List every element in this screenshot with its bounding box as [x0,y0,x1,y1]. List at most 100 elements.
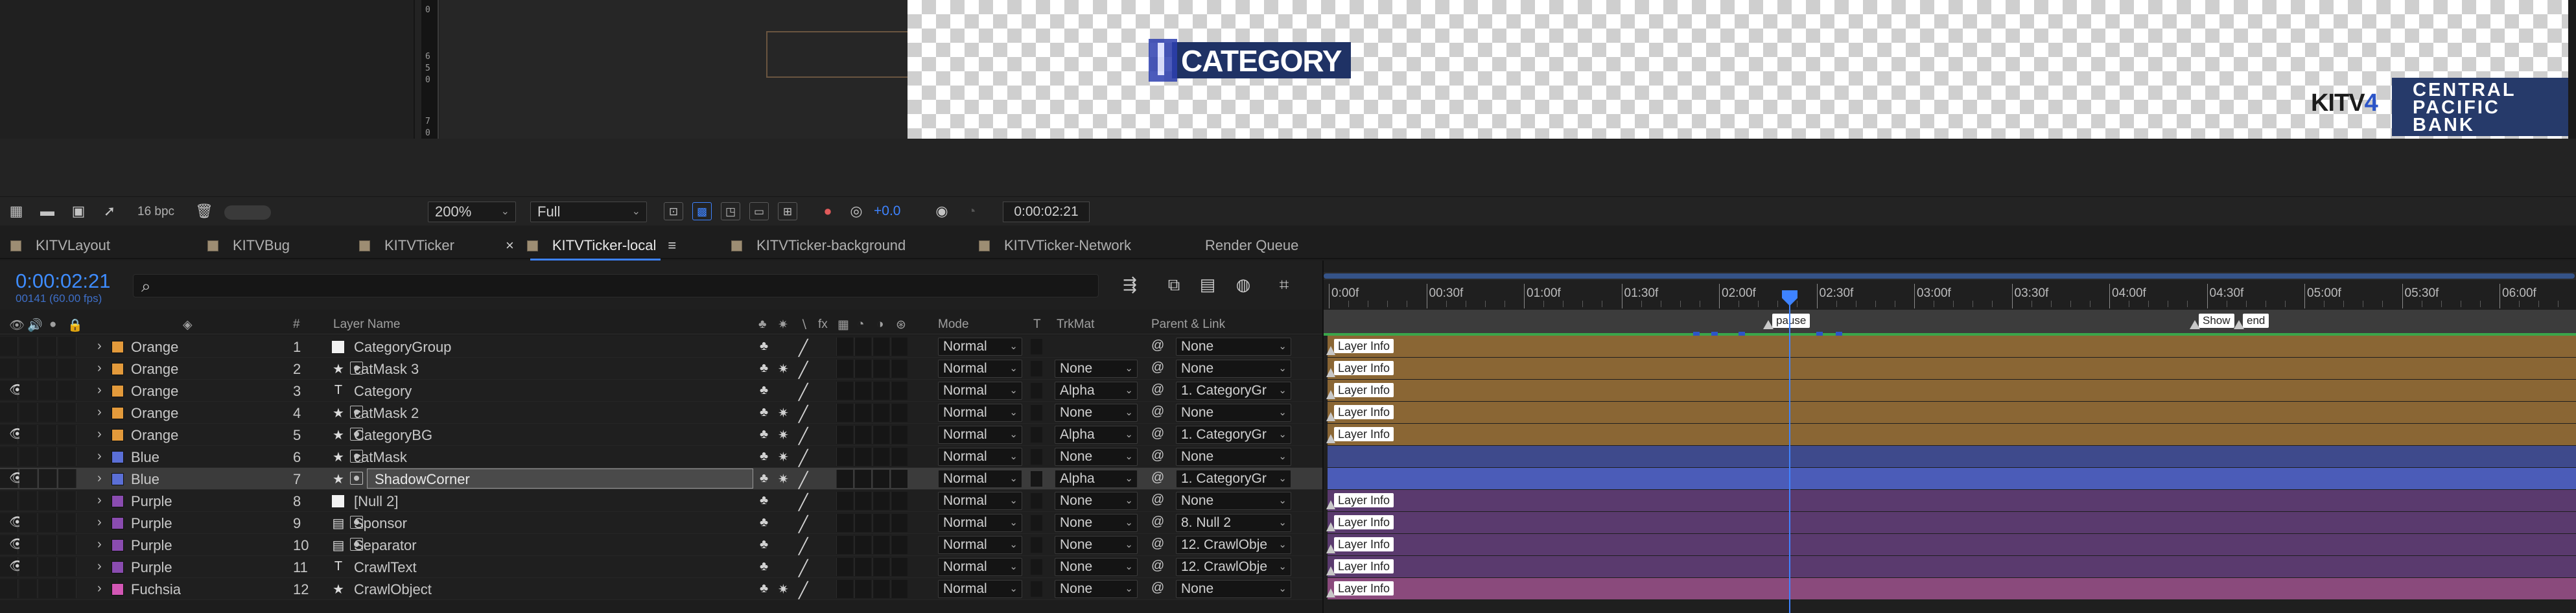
label-color-swatch[interactable] [111,583,124,596]
layer-name[interactable]: Separator [354,537,417,554]
parent-dropdown[interactable]: 12. CrawlObje ⌄ [1176,536,1291,554]
quality-switch-icon[interactable]: ╱ [799,383,808,402]
layer-marker-label[interactable]: Layer Info [1334,559,1394,573]
switch-box[interactable] [891,360,907,378]
preserve-transparency-switch[interactable] [1031,515,1042,531]
lock-switch[interactable] [58,557,76,576]
solo-switch[interactable] [39,513,57,532]
collapse-switch-icon[interactable]: ✷ [778,405,789,421]
layer-marker-label[interactable]: Layer Info [1334,383,1394,397]
snapshot-region-icon[interactable]: ⊡ [664,202,683,220]
lock-switch[interactable] [58,579,76,598]
audio-switch[interactable] [19,579,38,598]
lock-switch[interactable] [58,425,76,444]
preserve-transparency-switch[interactable] [1031,361,1042,376]
switch-box[interactable] [872,536,889,554]
trkmat-dropdown[interactable]: None ⌄ [1055,558,1138,576]
collapse-switch-icon[interactable]: ✷ [778,449,789,465]
tab-kitvticker[interactable]: KITVTicker [359,232,454,259]
quality-switch-icon[interactable]: ╱ [799,449,808,468]
label-color-swatch[interactable] [111,561,124,573]
preserve-transparency-switch[interactable] [1031,537,1042,553]
preserve-transparency-switch[interactable] [1031,449,1042,465]
channel-icon[interactable]: ● [818,202,837,220]
twirl-chevron-icon[interactable]: › [97,537,102,552]
mode-dropdown[interactable]: Normal ⌄ [938,404,1022,422]
quality-switch-icon[interactable]: ╱ [799,471,808,490]
switch-box[interactable] [891,558,907,576]
switch-box[interactable] [854,448,871,466]
layer-duration-bar[interactable]: Layer Info [1326,402,2576,423]
twirl-chevron-icon[interactable]: › [97,449,102,464]
collapse-switch-icon[interactable]: ✷ [778,427,789,443]
close-icon[interactable]: × [506,232,514,259]
solo-switch[interactable] [39,447,57,466]
layer-name[interactable]: [Null 2] [354,493,398,510]
tab-menu-icon[interactable]: ≡ [668,232,676,259]
switch-box[interactable] [836,492,853,510]
film-icon[interactable]: ▣ [69,202,88,220]
switch-box[interactable] [854,338,871,356]
pickwhip-icon[interactable]: @ [1151,559,1164,573]
motion-blur-icon[interactable]: ◍ [1232,273,1255,295]
switch-box[interactable] [891,404,907,422]
number-column-header[interactable]: # [293,318,300,332]
quality-switch-icon[interactable]: ╱ [799,405,808,424]
trkmat-dropdown[interactable]: None ⌄ [1055,580,1138,598]
shy-switch-icon[interactable]: ♣ [760,405,768,420]
solo-switch[interactable] [39,491,57,510]
switch-box[interactable] [872,404,889,422]
label-color-swatch[interactable] [111,473,124,485]
pickwhip-icon[interactable]: @ [1151,338,1164,353]
switch-box[interactable] [891,536,907,554]
trkmat-dropdown[interactable]: None ⌄ [1055,360,1138,378]
audio-icon[interactable]: 🔊 [27,318,43,333]
safe-areas-icon[interactable]: ▭ [749,202,769,220]
playhead-line[interactable] [1789,295,1790,613]
label-color-swatch[interactable] [111,451,124,463]
mode-dropdown[interactable]: Normal ⌄ [938,514,1022,532]
layer-row[interactable]: 👁 › Purple 11 T CrawlText ♣ ╱ Normal ⌄ None ⌄ @12. C… [0,556,1322,578]
solo-switch[interactable] [39,381,57,400]
shy-icon[interactable]: ♣ [758,318,766,332]
trkmat-dropdown[interactable]: Alpha ⌄ [1055,382,1138,400]
frame-blend-icon[interactable]: ▦ [837,318,849,332]
layer-search-input[interactable] [133,274,1099,297]
twirl-chevron-icon[interactable]: › [97,427,102,442]
audio-switch[interactable] [19,403,38,422]
exposure-value[interactable]: +0.0 [874,203,900,219]
label-color-swatch[interactable] [111,407,124,419]
shy-switch-icon[interactable]: ♣ [760,581,768,596]
switch-box[interactable] [891,338,907,356]
quality-icon[interactable]: ∖ [800,318,808,332]
motion-blur-switch-icon[interactable]: ◔ [857,318,864,332]
video-switch[interactable] [0,447,18,466]
quality-switch-icon[interactable]: ╱ [799,339,808,358]
category-graphic[interactable]: CATEGORY [1149,39,1351,82]
layer-duration-bar[interactable]: Layer Info [1326,336,2576,357]
preserve-transparency-switch[interactable] [1031,581,1042,597]
layer-row[interactable]: › Purple 8 [Null 2] ♣ ╱ Normal ⌄ None ⌄ @ None ⌄ [0,490,1322,512]
switch-box[interactable] [854,558,871,576]
composition-viewer[interactable]: 0 6 5 0 7 0 CATEGORY KITV4 CENTRAL PACIF… [0,0,2576,196]
shy-switch-icon[interactable]: ♣ [760,559,768,574]
mode-dropdown[interactable]: Normal ⌄ [938,426,1022,444]
pickwhip-icon[interactable]: @ [1151,360,1164,375]
trkmat-dropdown[interactable]: None ⌄ [1055,536,1138,554]
parent-dropdown[interactable]: None ⌄ [1176,580,1291,598]
marker-strip[interactable]: pause Show end [1324,310,2576,336]
lock-switch[interactable] [58,447,76,466]
viewer-current-time[interactable]: 0:00:02:21 [1003,202,1090,222]
layer-name-header[interactable]: Layer Name [333,318,401,332]
video-switch[interactable] [0,403,18,422]
video-switch[interactable] [0,359,18,378]
shy-switch-icon[interactable]: ♣ [760,427,768,442]
layer-marker-label[interactable]: Layer Info [1334,581,1394,596]
mode-dropdown[interactable]: Normal ⌄ [938,492,1022,510]
layer-duration-bar[interactable]: Layer Info [1326,512,2576,533]
switch-box[interactable] [872,426,889,444]
twirl-chevron-icon[interactable]: › [97,471,102,486]
label-color-swatch[interactable] [111,341,124,353]
parent-dropdown[interactable]: 1. CategoryGr ⌄ [1176,426,1291,444]
video-switch[interactable] [0,491,18,510]
